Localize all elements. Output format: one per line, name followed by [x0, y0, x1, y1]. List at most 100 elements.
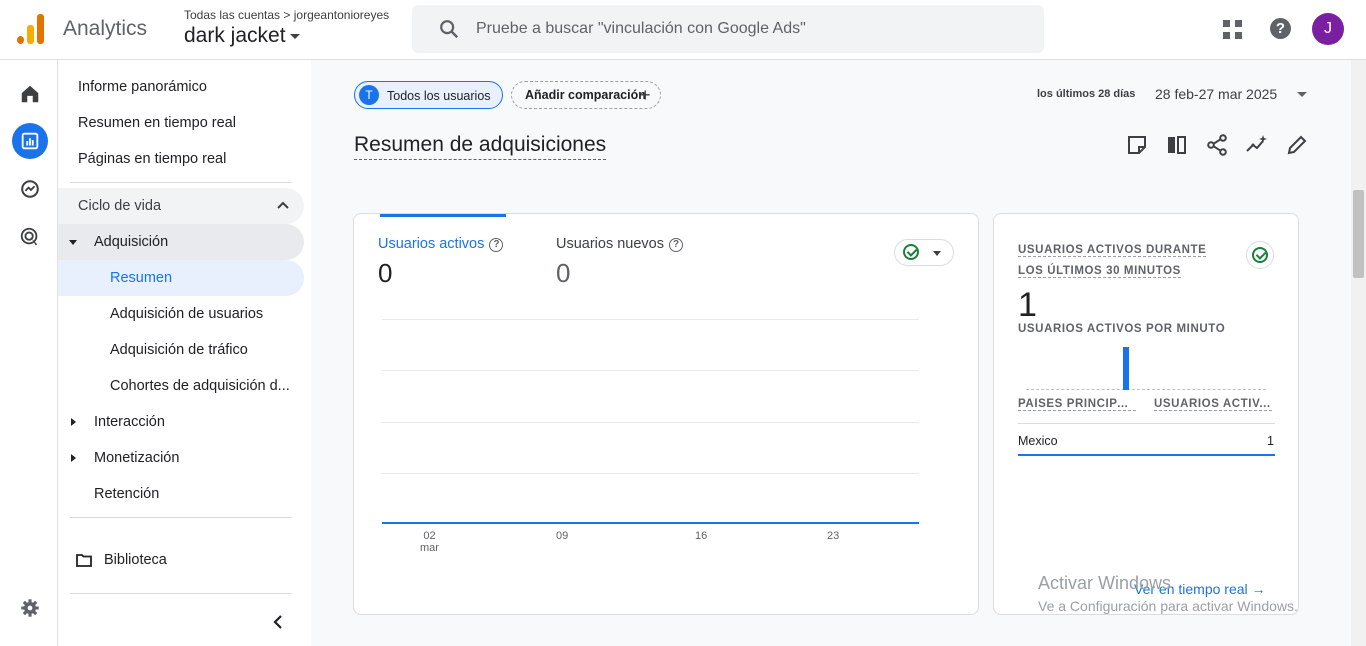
nav-monetization[interactable]: Monetización	[94, 450, 179, 466]
table-cell-country: Mexico	[1018, 434, 1058, 448]
date-range-picker[interactable]: 28 feb-27 mar 2025	[1155, 86, 1277, 102]
main-content: T Todos los usuarios Añadir comparación …	[311, 60, 1351, 646]
triangle-right-icon	[71, 454, 76, 462]
search-placeholder: Pruebe a buscar "vinculación con Google …	[476, 20, 806, 37]
nav-engagement[interactable]: Interacción	[94, 414, 165, 430]
apps-grid-icon[interactable]	[1223, 20, 1242, 39]
chevron-down-icon[interactable]	[1297, 92, 1307, 97]
chart-series-line	[382, 522, 919, 524]
triangle-right-icon	[71, 418, 76, 426]
share-icon[interactable]	[1205, 133, 1229, 157]
segment-chip-avatar: T	[359, 85, 379, 105]
scroll-thumb[interactable]	[1353, 190, 1364, 278]
advertising-icon[interactable]	[12, 219, 48, 255]
help-question-icon[interactable]: ?	[669, 238, 683, 252]
nav-divider	[70, 182, 292, 183]
chart-gridline	[382, 319, 919, 320]
metric-value-active-users: 0	[378, 258, 393, 288]
metric-label-active-users: Usuarios activos	[378, 236, 485, 252]
search-icon	[440, 20, 459, 39]
acquisition-chart-card: Usuarios activos? 0 Usuarios nuevos? 0 0…	[353, 213, 979, 615]
sparkline-bar	[1123, 347, 1129, 390]
caret-down-icon	[289, 33, 300, 39]
add-comparison-label: Añadir comparación	[525, 88, 646, 102]
x-tick-label: 02 mar	[420, 530, 439, 554]
sparkline-baseline	[1026, 389, 1266, 390]
realtime-active-users-value: 1	[1018, 286, 1037, 324]
analytics-logo[interactable]	[17, 14, 45, 44]
nav-acquisition[interactable]: Adquisición	[94, 234, 168, 250]
realtime-title: USUARIOS ACTIVOS DURANTE LOS ÚLTIMOS 30 …	[1018, 240, 1228, 282]
data-quality-button[interactable]	[1246, 241, 1274, 269]
page-title: Resumen de adquisiciones	[354, 133, 607, 160]
property-selector[interactable]: dark jacket	[184, 24, 300, 48]
chart-gridline	[382, 422, 919, 423]
account-avatar[interactable]: J	[1312, 13, 1344, 45]
account-breadcrumb[interactable]: Todas las cuentas > jorgeantonioreyes	[184, 8, 389, 22]
nav-realtime-summary[interactable]: Resumen en tiempo real	[78, 115, 236, 131]
realtime-title-text: USUARIOS ACTIVOS DURANTE LOS ÚLTIMOS 30 …	[1018, 244, 1207, 278]
collapse-chevron-left-icon[interactable]	[272, 614, 284, 630]
nav-library[interactable]: Biblioteca	[104, 552, 167, 568]
table-cell-users: 1	[1267, 434, 1274, 448]
reports-icon[interactable]	[12, 123, 48, 159]
page-scrollbar[interactable]	[1351, 60, 1366, 646]
left-rail	[0, 60, 58, 646]
notes-icon[interactable]	[1125, 133, 1149, 157]
explore-icon[interactable]	[12, 171, 48, 207]
nav-overview[interactable]: Informe panorámico	[78, 79, 207, 95]
windows-activation-hint: Ve a Configuración para activar Windows.	[1038, 598, 1298, 614]
active-tab-indicator	[380, 214, 506, 217]
segment-chip[interactable]: T Todos los usuarios	[354, 81, 503, 109]
tab-new-users[interactable]: Usuarios nuevos?	[556, 236, 683, 252]
search-bar[interactable]: Pruebe a buscar "vinculación con Google …	[412, 5, 1044, 53]
nav-retention[interactable]: Retención	[94, 486, 159, 502]
help-icon[interactable]: ?	[1270, 18, 1291, 39]
help-question-icon[interactable]: ?	[489, 238, 504, 252]
compare-columns-icon[interactable]	[1165, 133, 1189, 157]
realtime-subtitle: USUARIOS ACTIVOS POR MINUTO	[1018, 323, 1226, 335]
realtime-card: USUARIOS ACTIVOS DURANTE LOS ÚLTIMOS 30 …	[993, 213, 1299, 615]
chart-gridline	[382, 370, 919, 371]
x-tick-label: 23	[827, 530, 840, 542]
windows-activation-watermark: Activar Windows	[1038, 573, 1172, 593]
segment-chip-label: Todos los usuarios	[387, 89, 491, 103]
top-bar: Analytics Todas las cuentas > jorgeanton…	[0, 0, 1366, 60]
metric-value-new-users: 0	[556, 258, 571, 288]
check-circle-icon	[1252, 247, 1268, 263]
nav-lifecycle[interactable]: Ciclo de vida	[78, 198, 161, 214]
col-header-country[interactable]: PAÍSES PRINCIPA...	[1018, 398, 1136, 411]
nav-summary[interactable]: Resumen	[110, 270, 172, 286]
arrow-right-icon: →	[1251, 581, 1266, 597]
metric-label-new-users: Usuarios nuevos	[556, 236, 664, 252]
chart-gridline	[382, 473, 919, 474]
check-circle-icon	[903, 244, 919, 260]
chevron-up-icon[interactable]	[276, 200, 290, 210]
insights-sparkle-icon[interactable]	[1245, 133, 1269, 157]
nav-summary-highlight	[58, 260, 304, 296]
settings-gear-icon[interactable]	[12, 590, 48, 626]
add-comparison-button[interactable]: Añadir comparación +	[511, 81, 661, 109]
nav-divider	[70, 593, 292, 594]
data-quality-dropdown[interactable]	[894, 239, 954, 266]
folder-icon	[76, 554, 92, 567]
date-range-caption: los últimos 28 días	[1037, 88, 1136, 100]
plus-icon: +	[640, 85, 651, 105]
nav-cohorts[interactable]: Cohortes de adquisición d...	[110, 378, 300, 394]
nav-realtime-pages[interactable]: Páginas en tiempo real	[78, 151, 226, 167]
home-icon[interactable]	[12, 76, 48, 112]
triangle-down-icon	[69, 240, 77, 245]
caret-down-icon	[933, 251, 941, 256]
col-header-users[interactable]: USUARIOS ACTIV...	[1154, 398, 1272, 411]
table-separator	[1018, 423, 1275, 424]
tab-active-users[interactable]: Usuarios activos?	[378, 236, 504, 252]
nav-traffic-acquisition[interactable]: Adquisición de tráfico	[110, 342, 248, 358]
table-row-bar	[1018, 454, 1275, 456]
edit-pencil-icon[interactable]	[1285, 133, 1309, 157]
property-name: dark jacket	[184, 24, 286, 47]
x-tick-label: 16	[695, 530, 708, 542]
nav-user-acquisition[interactable]: Adquisición de usuarios	[110, 306, 263, 322]
nav-divider	[70, 517, 292, 518]
reports-nav: Informe panorámico Resumen en tiempo rea…	[58, 60, 310, 646]
x-tick-label: 09	[556, 530, 569, 542]
